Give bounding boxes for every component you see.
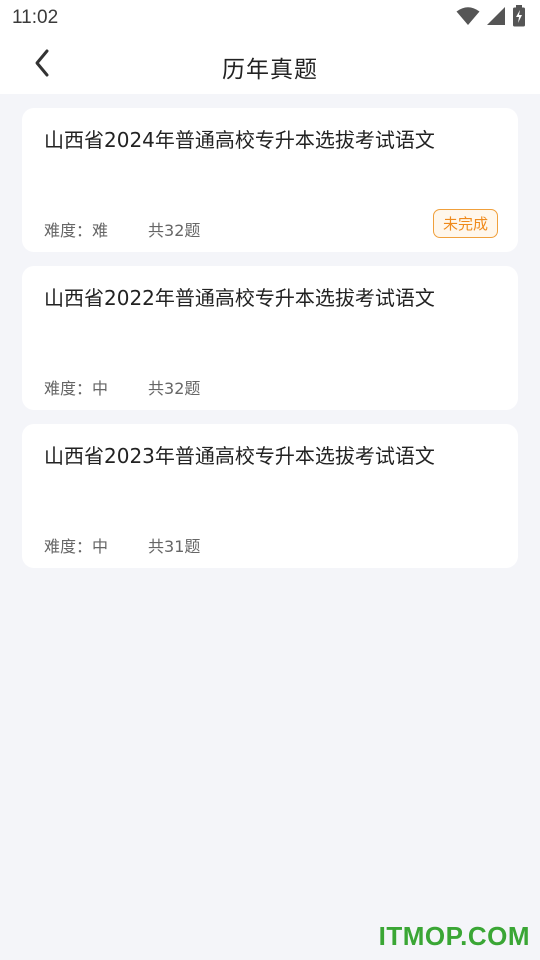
status-time: 11:02 <box>12 7 59 28</box>
status-badge: 未完成 <box>432 209 498 238</box>
exam-question-count: 共32题 <box>148 221 201 240</box>
exam-difficulty: 难度：中 <box>44 537 109 556</box>
header: 历年真题 <box>0 36 540 94</box>
exam-card-2022[interactable]: 山西省2022年普通高校专升本选拔考试语文 难度：中 共32题 <box>22 266 518 410</box>
wifi-icon <box>456 6 480 30</box>
exam-question-count: 共32题 <box>148 379 201 398</box>
exam-title: 山西省2023年普通高校专升本选拔考试语文 <box>44 444 435 468</box>
signal-icon <box>486 6 506 30</box>
page-title: 历年真题 <box>222 57 318 83</box>
exam-title: 山西省2022年普通高校专升本选拔考试语文 <box>44 286 435 310</box>
exam-card-2023[interactable]: 山西省2023年普通高校专升本选拔考试语文 难度：中 共31题 <box>22 424 518 568</box>
exam-difficulty: 难度：难 <box>44 221 109 240</box>
exam-difficulty: 难度：中 <box>44 379 109 398</box>
status-icons <box>456 5 526 31</box>
exam-card-2024[interactable]: 山西省2024年普通高校专升本选拔考试语文 难度：难 共32题 未完成 <box>22 108 518 252</box>
battery-charging-icon <box>512 5 526 31</box>
exam-meta: 难度：中 共32题 <box>44 375 200 399</box>
exam-list: 山西省2024年普通高校专升本选拔考试语文 难度：难 共32题 未完成 山西省2… <box>22 108 518 582</box>
exam-meta: 难度：中 共31题 <box>44 533 200 557</box>
watermark: ITMOP.COM <box>378 921 530 951</box>
exam-meta: 难度：难 共32题 <box>44 217 200 241</box>
exam-question-count: 共31题 <box>148 537 201 556</box>
exam-title: 山西省2024年普通高校专升本选拔考试语文 <box>44 128 435 152</box>
status-bar: 11:02 <box>0 0 540 36</box>
